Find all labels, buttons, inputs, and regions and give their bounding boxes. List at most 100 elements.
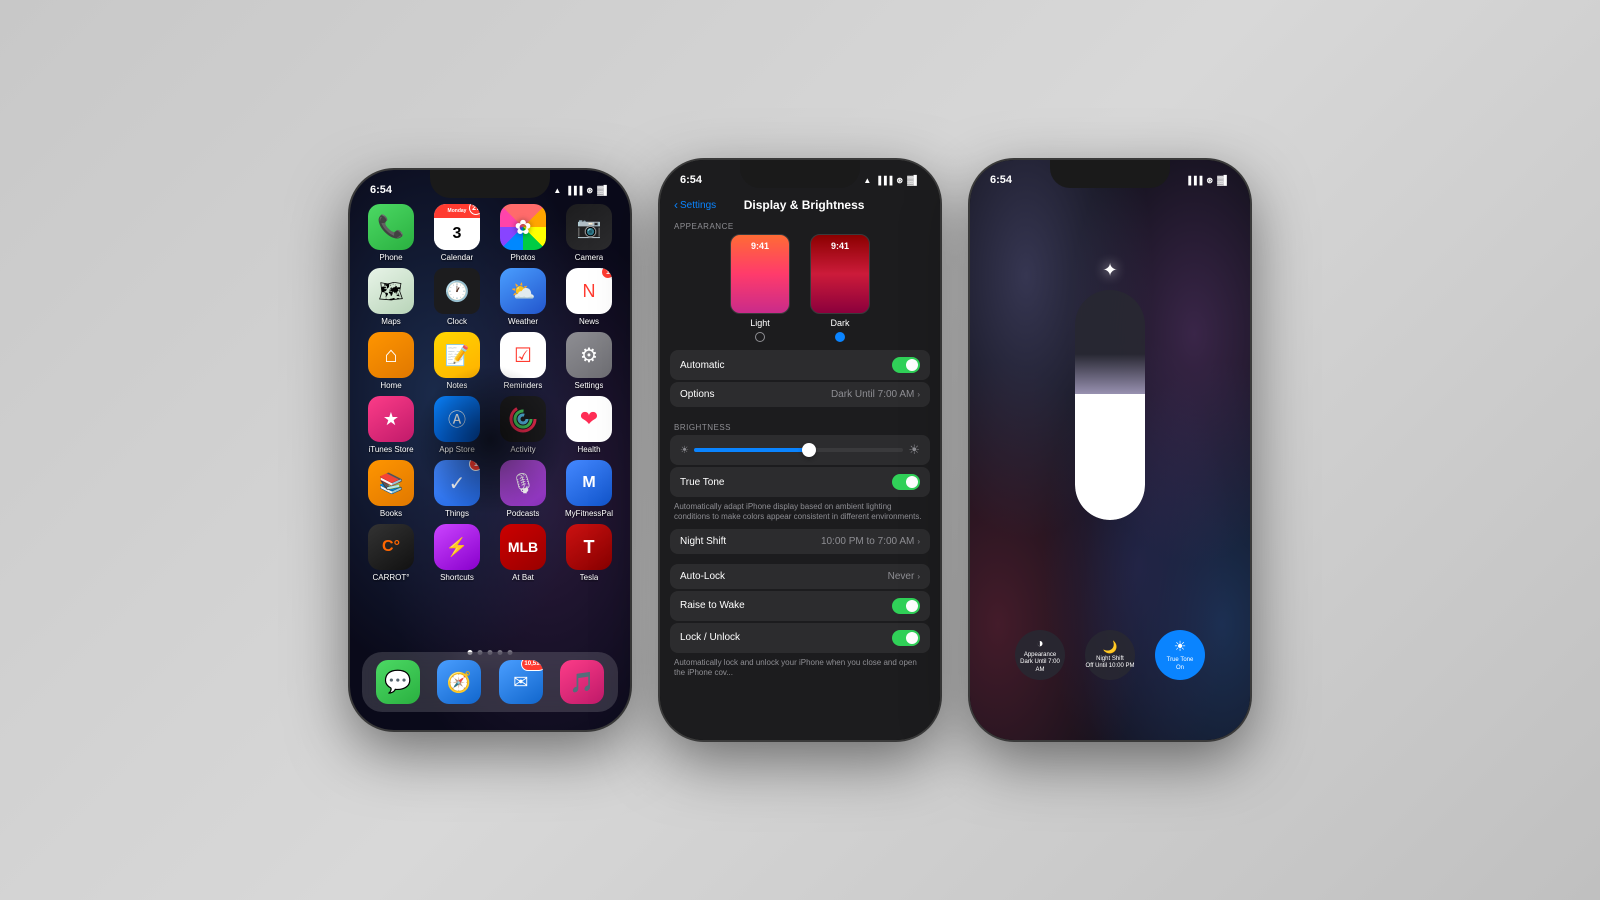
options-row[interactable]: Options Dark Until 7:00 AM › (670, 382, 930, 407)
location-icon-2: ▲ (863, 176, 871, 185)
app-podcasts[interactable]: 🎙 Podcasts (494, 460, 552, 518)
back-label: Settings (680, 200, 716, 211)
control-center: 6:54 ▐▐▐ ⊛ ▓▌ ✦ ◑ Appe (970, 160, 1250, 740)
app-notes[interactable]: 📝 Notes (428, 332, 486, 390)
app-health[interactable]: ❤ Health (560, 396, 618, 454)
app-books-label: Books (380, 509, 402, 518)
nav-title: Display & Brightness (722, 198, 886, 212)
autolock-row[interactable]: Auto-Lock Never › (670, 564, 930, 589)
brightness-vertical-control[interactable] (1075, 290, 1145, 520)
app-camera[interactable]: 📷 Camera (560, 204, 618, 262)
signal-icon-2: ▐▐▐ (875, 176, 892, 185)
brightness-high-icon: ☀ (908, 442, 920, 458)
nightshift-chevron-icon: › (917, 537, 920, 546)
app-myfitness-label: MyFitnessPal (565, 509, 613, 518)
appearance-section-header: APPEARANCE (660, 216, 940, 234)
sun-brightness-icon: ✦ (1102, 260, 1117, 281)
app-atbat-label: At Bat (512, 573, 534, 582)
dock: 💬 🧭 ✉ 10,510 🎵 (362, 652, 618, 712)
automatic-toggle[interactable] (892, 357, 920, 373)
app-settings[interactable]: ⚙ Settings (560, 332, 618, 390)
app-weather[interactable]: ⛅ Weather (494, 268, 552, 326)
raisetowake-toggle[interactable] (892, 598, 920, 614)
autolock-value: Never › (888, 571, 920, 582)
appearance-dark[interactable]: 9:41 Dark (810, 234, 870, 342)
app-clock[interactable]: 🕐 Clock (428, 268, 486, 326)
lockunlock-row[interactable]: Lock / Unlock (670, 623, 930, 653)
brightness-slider[interactable]: ☀ ☀ (680, 442, 920, 458)
phone-3-frame: 6:54 ▐▐▐ ⊛ ▓▌ ✦ ◑ Appe (970, 160, 1250, 740)
app-photos[interactable]: ✿ Photos (494, 204, 552, 262)
appearance-light[interactable]: 9:41 Light (730, 234, 790, 342)
lock-group: Auto-Lock Never › Raise to Wake Lock / U… (660, 564, 940, 685)
appearance-group: APPEARANCE 9:41 Light 9:41 Dark (660, 216, 940, 407)
app-grid-row5: 📚 Books ✓ 1 Things 🎙 Podcasts (350, 460, 630, 524)
app-tesla[interactable]: T Tesla (560, 524, 618, 582)
app-things[interactable]: ✓ 1 Things (428, 460, 486, 518)
brightness-fill-control (1075, 394, 1145, 521)
news-badge: 1 (601, 268, 612, 279)
app-activity[interactable]: Activity (494, 396, 552, 454)
brightness-gradient (1075, 354, 1145, 394)
app-home[interactable]: ⌂ Home (362, 332, 420, 390)
brightness-section-header: BRIGHTNESS (660, 417, 940, 435)
dark-radio[interactable] (835, 332, 845, 342)
dark-preview-time: 9:41 (831, 241, 849, 251)
options-chevron-icon: › (917, 390, 920, 399)
app-appstore[interactable]: Ⓐ App Store (428, 396, 486, 454)
phone-1-frame: 6:54 ▲ ▐▐▐ ⊛ ▓▌ 📞 Phone Monday 3 (350, 170, 630, 730)
app-maps[interactable]: 🗺 Maps (362, 268, 420, 326)
app-calendar[interactable]: Monday 3 27 Calendar (428, 204, 486, 262)
status-bar-2: 6:54 ▲ ▐▐▐ ⊛ ▓▌ (660, 160, 940, 190)
automatic-row[interactable]: Automatic (670, 350, 930, 380)
dock-music[interactable]: 🎵 (560, 660, 604, 704)
truetone-cc-icon: ☀ (1174, 638, 1187, 655)
slider-thumb[interactable] (802, 443, 816, 457)
app-notes-label: Notes (447, 381, 468, 390)
nav-back-button[interactable]: ‹ Settings (674, 198, 716, 212)
brightness-slider-row[interactable]: ☀ ☀ (670, 435, 930, 465)
dock-mail[interactable]: ✉ 10,510 (499, 660, 543, 704)
app-itunes[interactable]: ★ iTunes Store (362, 396, 420, 454)
brightness-sun-control[interactable]: ✦ (1102, 260, 1117, 281)
slider-track[interactable] (694, 448, 903, 452)
battery-icon-2: ▓▌ (907, 175, 920, 185)
cc-bottom-controls: ◑ AppearanceDark Until 7:00 AM 🌙 Night S… (970, 630, 1250, 680)
raisetowake-row[interactable]: Raise to Wake (670, 591, 930, 621)
cc-truetone-button[interactable]: ☀ True ToneOn (1155, 630, 1205, 680)
options-value: Dark Until 7:00 AM › (831, 389, 920, 400)
phone-2-frame: 6:54 ▲ ▐▐▐ ⊛ ▓▌ ‹ Settings Display & Bri… (660, 160, 940, 740)
app-shortcuts[interactable]: ⚡ Shortcuts (428, 524, 486, 582)
dock-safari[interactable]: 🧭 (437, 660, 481, 704)
app-myfitness[interactable]: M MyFitnessPal (560, 460, 618, 518)
app-home-label: Home (380, 381, 401, 390)
light-radio[interactable] (755, 332, 765, 342)
app-reminders-label: Reminders (504, 381, 543, 390)
raisetowake-label: Raise to Wake (680, 600, 745, 611)
activity-rings-icon (508, 404, 538, 434)
status-bar-1: 6:54 ▲ ▐▐▐ ⊛ ▓▌ (350, 170, 630, 200)
cc-truetone-label: True ToneOn (1167, 657, 1194, 671)
signal-icon: ▐▐▐ (565, 186, 582, 195)
truetone-toggle[interactable] (892, 474, 920, 490)
truetone-row[interactable]: True Tone (670, 467, 930, 497)
app-activity-label: Activity (510, 445, 535, 454)
app-books[interactable]: 📚 Books (362, 460, 420, 518)
brightness-low-icon: ☀ (680, 445, 689, 456)
cc-nightshift-button[interactable]: 🌙 Night ShiftOff Until 10:00 PM (1085, 630, 1135, 680)
app-tesla-label: Tesla (580, 573, 599, 582)
lockunlock-toggle[interactable] (892, 630, 920, 646)
app-atbat[interactable]: MLB At Bat (494, 524, 552, 582)
light-preview: 9:41 (730, 234, 790, 314)
dock-messages[interactable]: 💬 (376, 660, 420, 704)
app-news[interactable]: N 1 News (560, 268, 618, 326)
cc-appearance-button[interactable]: ◑ AppearanceDark Until 7:00 AM (1015, 630, 1065, 680)
app-carrot[interactable]: C° CARROT° (362, 524, 420, 582)
app-reminders[interactable]: ☑ Reminders (494, 332, 552, 390)
nightshift-row[interactable]: Night Shift 10:00 PM to 7:00 AM › (670, 529, 930, 554)
status-time-3: 6:54 (990, 174, 1012, 186)
app-grid-row2: 🗺 Maps 🕐 Clock ⛅ Weather N (350, 268, 630, 332)
app-phone[interactable]: 📞 Phone (362, 204, 420, 262)
wifi-icon-2: ⊛ (896, 176, 903, 185)
status-bar-3: 6:54 ▐▐▐ ⊛ ▓▌ (970, 160, 1250, 190)
